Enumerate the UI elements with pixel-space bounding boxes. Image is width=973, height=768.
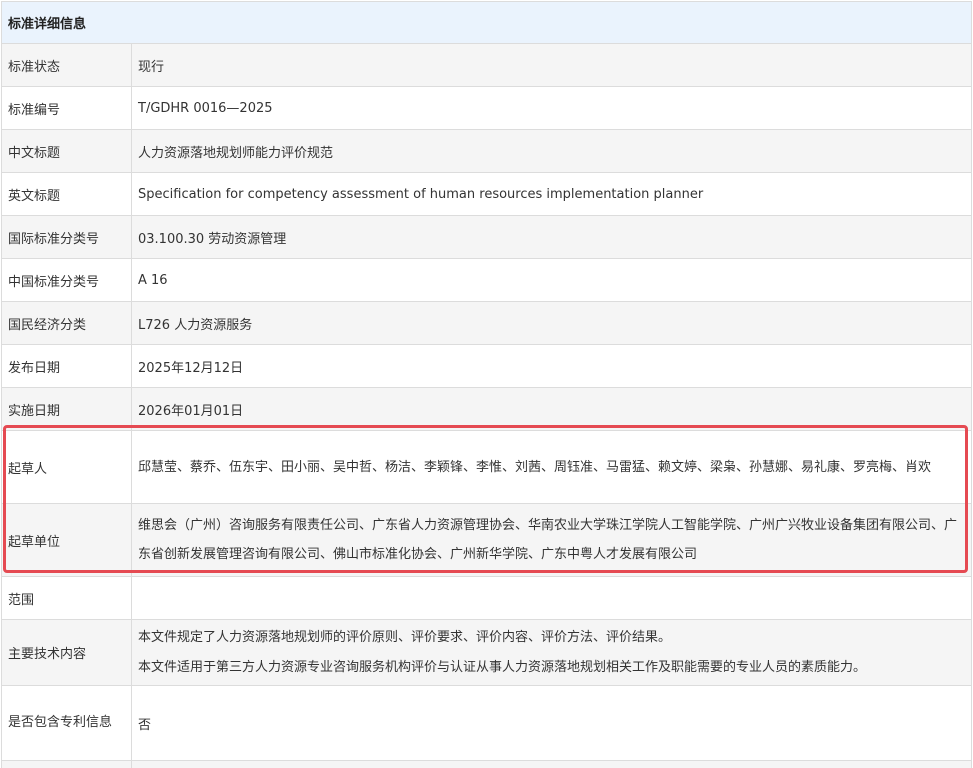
tech-content-line: 本文件规定了人力资源落地规划师的评价原则、评价要求、评价内容、评价方法、评价结果… <box>138 629 672 645</box>
row-value: 邱慧莹、蔡乔、伍东宇、田小丽、吴中哲、杨洁、李颖锋、李惟、刘茜、周钰准、马雷猛、… <box>130 430 973 504</box>
row-value: L726 人力资源服务 <box>130 301 973 345</box>
table-row-english-title: 英文标题 Specification for competency assess… <box>1 172 973 216</box>
row-label: 标准状态 <box>1 43 132 87</box>
row-value: 本文件规定了人力资源落地规划师的评价原则、评价要求、评价内容、评价方法、评价结果… <box>130 619 973 686</box>
row-label: 主要技术内容 <box>1 619 132 686</box>
row-label: 中文标题 <box>1 129 132 173</box>
standard-detail-table: 标准详细信息 标准状态 现行 标准编号 T/GDHR 0016—2025 中文标… <box>0 1 973 768</box>
table-row-scope: 范围 <box>1 576 973 620</box>
table-row-ics: 国际标准分类号 03.100.30 劳动资源管理 <box>1 215 973 259</box>
row-value: Specification for competency assessment … <box>130 172 973 216</box>
table-row-effective-date: 实施日期 2026年01月01日 <box>1 387 973 431</box>
table-row-ccs: 中国标准分类号 A 16 <box>1 258 973 302</box>
row-label: 国民经济分类 <box>1 301 132 345</box>
row-value: 维思会（广州）咨询服务有限责任公司、广东省人力资源管理协会、华南农业大学珠江学院… <box>130 503 973 577</box>
table-row-number: 标准编号 T/GDHR 0016—2025 <box>1 86 973 130</box>
row-label: 实施日期 <box>1 387 132 431</box>
page: 标准详细信息 标准状态 现行 标准编号 T/GDHR 0016—2025 中文标… <box>0 0 973 768</box>
row-label: 起草单位 <box>1 503 132 577</box>
row-label: 国际标准分类号 <box>1 215 132 259</box>
row-label: 范围 <box>1 576 132 620</box>
table-row-economy-class: 国民经济分类 L726 人力资源服务 <box>1 301 973 345</box>
row-label <box>1 760 132 768</box>
table-row-status: 标准状态 现行 <box>1 43 973 87</box>
row-value: A 16 <box>130 258 973 302</box>
row-value <box>130 760 973 768</box>
row-value: 03.100.30 劳动资源管理 <box>130 215 973 259</box>
table-row-drafters: 起草人 邱慧莹、蔡乔、伍东宇、田小丽、吴中哲、杨洁、李颖锋、李惟、刘茜、周钰准、… <box>1 430 973 504</box>
row-value: 人力资源落地规划师能力评价规范 <box>130 129 973 173</box>
row-label: 起草人 <box>1 430 132 504</box>
table-row-tech-content: 主要技术内容 本文件规定了人力资源落地规划师的评价原则、评价要求、评价内容、评价… <box>1 619 973 686</box>
table-header-row: 标准详细信息 <box>0 1 973 44</box>
table-row-publish-date: 发布日期 2025年12月12日 <box>1 344 973 388</box>
row-value: 现行 <box>130 43 973 87</box>
row-label: 英文标题 <box>1 172 132 216</box>
table-row-partial <box>1 760 973 768</box>
row-value: 2026年01月01日 <box>130 387 973 431</box>
row-value: 否 <box>130 685 973 761</box>
row-label: 是否包含专利信息 <box>1 685 132 761</box>
row-label: 中国标准分类号 <box>1 258 132 302</box>
table-row-drafting-units: 起草单位 维思会（广州）咨询服务有限责任公司、广东省人力资源管理协会、华南农业大… <box>1 503 973 577</box>
table-title: 标准详细信息 <box>0 1 973 44</box>
row-value: 2025年12月12日 <box>130 344 973 388</box>
row-label: 发布日期 <box>1 344 132 388</box>
row-value: T/GDHR 0016—2025 <box>130 86 973 130</box>
table-row-patent: 是否包含专利信息 否 <box>1 685 973 761</box>
tech-content-line: 本文件适用于第三方人力资源专业咨询服务机构评价与认证从事人力资源落地规划相关工作… <box>138 659 867 675</box>
row-label: 标准编号 <box>1 86 132 130</box>
row-value <box>130 576 973 620</box>
table-row-chinese-title: 中文标题 人力资源落地规划师能力评价规范 <box>1 129 973 173</box>
